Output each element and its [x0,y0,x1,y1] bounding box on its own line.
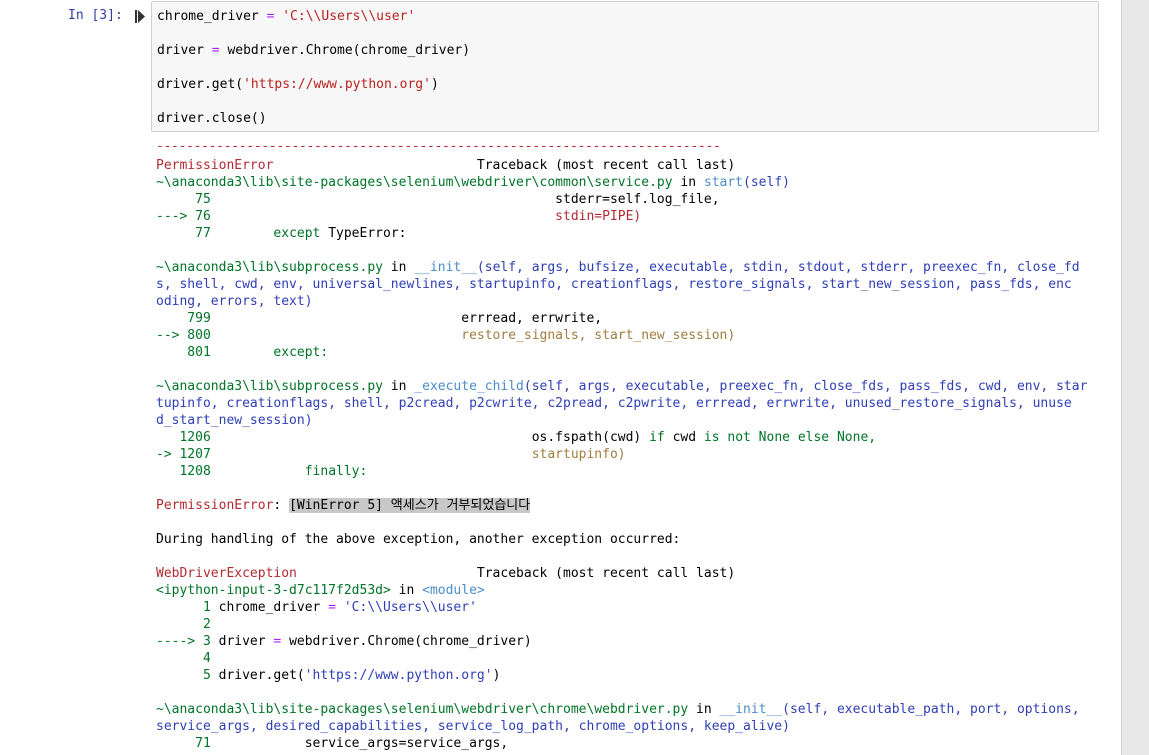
traceback-line: 5 driver.get('https://www.python.org') [156,668,501,683]
traceback-separator: ----------------------------------------… [156,139,721,154]
traceback-line: ---> 76 stdin=PIPE) [156,209,642,224]
frame-args: tupinfo, creationflags, shell, p2cread, … [156,396,1072,411]
code-line: driver = webdriver.Chrome(chrome_driver) [157,43,471,58]
page-scrollbar[interactable] [1121,0,1149,755]
traceback-line: -> 1207 startupinfo) [156,447,626,462]
error-header: WebDriverException Traceback (most recen… [156,566,736,581]
traceback-line: 1206 os.fspath(cwd) if cwd is not None e… [156,430,877,445]
traceback-line: --> 800 restore_signals, start_new_sessi… [156,328,736,343]
code-line: chrome_driver = 'C:\\Users\\user' [157,9,416,24]
frame-args: s, shell, cwd, env, universal_newlines, … [156,277,1072,292]
traceback-line: 4 [156,651,211,666]
traceback-line: 77 except TypeError: [156,226,407,241]
traceback-line: 2 [156,617,211,632]
traceback-line: 1208 finally: [156,464,368,479]
code-line: driver.get('https://www.python.org') [157,77,439,92]
frame-args: service_args, desired_capabilities, serv… [156,719,790,734]
error-message: PermissionError: [WinError 5] 액세스가 거부되었습… [156,498,531,513]
exception-chain-text: During handling of the above exception, … [156,532,681,547]
traceback-line: 75 stderr=self.log_file, [156,192,720,207]
error-header: PermissionError Traceback (most recent c… [156,158,736,173]
frame-header: <ipython-input-3-d7c117f2d53d> in <modul… [156,583,485,598]
frame-header: ~\anaconda3\lib\subprocess.py in _execut… [156,379,1088,394]
frame-header: ~\anaconda3\lib\site-packages\selenium\w… [156,702,1080,717]
run-cell-icon[interactable] [135,10,145,23]
frame-args: d_start_new_session) [156,413,313,428]
frame-header: ~\anaconda3\lib\subprocess.py in __init_… [156,260,1080,275]
frame-header: ~\anaconda3\lib\site-packages\selenium\w… [156,175,790,190]
cell-prompt: In [3]: [68,8,123,23]
traceback-line: 801 except: [156,345,329,360]
traceback-line: 1 chrome_driver = 'C:\\Users\\user' [156,600,477,615]
frame-args: oding, errors, text) [156,294,313,309]
traceback-line: 799 errread, errwrite, [156,311,603,326]
traceback-line: 71 service_args=service_args, [156,736,509,751]
code-line: driver.close() [157,111,267,126]
traceback-line: ----> 3 driver = webdriver.Chrome(chrome… [156,634,532,649]
code-input-area[interactable]: chrome_driver = 'C:\\Users\\user' driver… [151,1,1099,132]
notebook-panel: In [3]: chrome_driver = 'C:\\Users\\user… [0,0,1121,755]
